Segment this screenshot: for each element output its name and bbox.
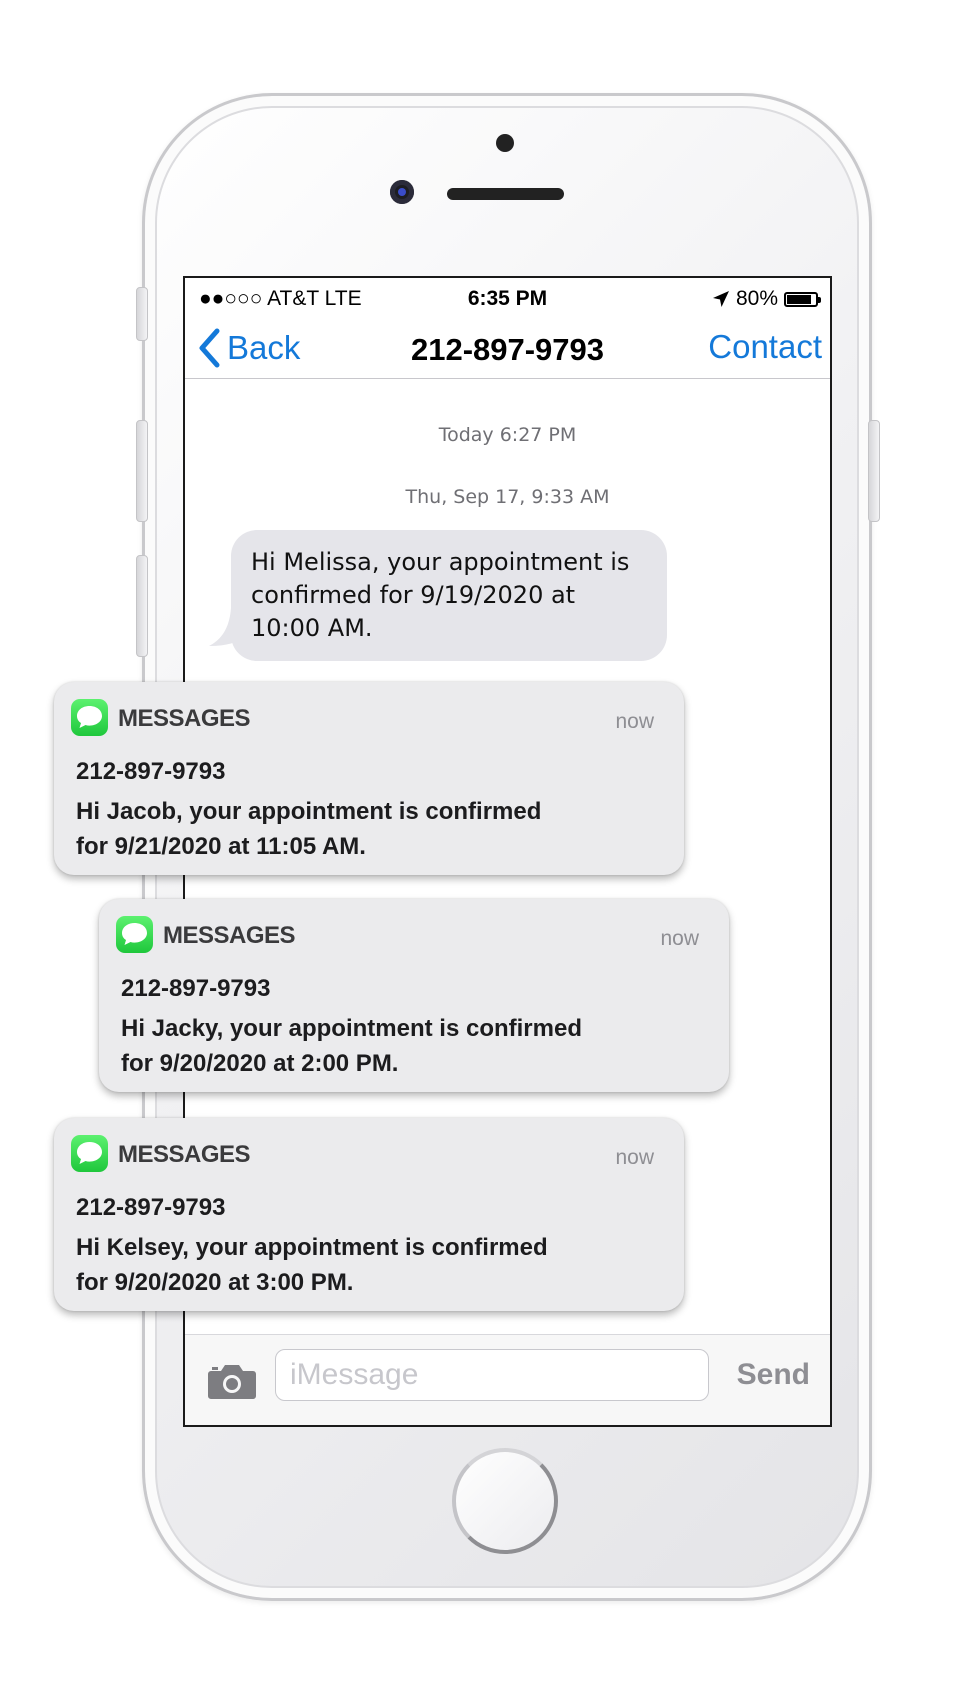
volume-up-button bbox=[136, 420, 148, 522]
home-button[interactable] bbox=[452, 1448, 558, 1554]
notification-sender: 212-897-9793 bbox=[76, 1194, 226, 1221]
earpiece-speaker bbox=[447, 188, 564, 200]
mute-switch bbox=[136, 287, 148, 341]
notification-time: now bbox=[615, 710, 654, 733]
notification-time: now bbox=[615, 1146, 654, 1169]
contact-button[interactable]: Contact bbox=[708, 328, 822, 366]
notification-banner-1[interactable]: MESSAGES now 212-897-9793 Hi Jacob, your… bbox=[54, 682, 684, 875]
imessage-input[interactable] bbox=[275, 1349, 709, 1401]
volume-down-button bbox=[136, 555, 148, 657]
notification-body: Hi Jacob, your appointment is confirmed … bbox=[76, 798, 542, 860]
notification-app-name: MESSAGES bbox=[163, 922, 296, 949]
message-composer: Send bbox=[185, 1334, 830, 1425]
messages-app-icon bbox=[116, 916, 153, 953]
notification-body: Hi Jacky, your appointment is confirmed … bbox=[121, 1015, 582, 1077]
received-message-bubble: Hi Melissa, your appointment is confirme… bbox=[231, 530, 667, 661]
location-arrow-icon bbox=[712, 291, 729, 307]
front-camera bbox=[390, 180, 414, 204]
notification-app-name: MESSAGES bbox=[118, 705, 251, 732]
camera-icon[interactable] bbox=[207, 1363, 257, 1399]
notification-time: now bbox=[660, 927, 699, 950]
notification-body: Hi Kelsey, your appointment is confirmed… bbox=[76, 1234, 548, 1296]
timestamp-today: Today 6:27 PM bbox=[438, 424, 577, 446]
messages-app-icon bbox=[71, 699, 108, 736]
notification-banner-3[interactable]: MESSAGES now 212-897-9793 Hi Kelsey, you… bbox=[54, 1118, 684, 1311]
navigation-bar: Back 212-897-9793 Contact bbox=[185, 318, 830, 379]
notification-sender: 212-897-9793 bbox=[76, 758, 226, 785]
notification-banner-2[interactable]: MESSAGES now 212-897-9793 Hi Jacky, your… bbox=[99, 899, 729, 1092]
notification-sender: 212-897-9793 bbox=[121, 975, 271, 1002]
status-right: 80% bbox=[712, 287, 821, 311]
notification-app-name: MESSAGES bbox=[118, 1141, 251, 1168]
send-button[interactable]: Send bbox=[737, 1358, 810, 1392]
battery-percent: 80% bbox=[735, 287, 778, 310]
status-bar: ●●○○○ AT&T LTE 6:35 PM 80% bbox=[185, 278, 830, 318]
timestamp-thursday: Thu, Sep 17, 9:33 AM bbox=[405, 486, 610, 508]
messages-app-icon bbox=[71, 1135, 108, 1172]
battery-icon bbox=[784, 291, 821, 307]
power-button bbox=[868, 420, 880, 522]
proximity-sensor bbox=[496, 134, 514, 152]
